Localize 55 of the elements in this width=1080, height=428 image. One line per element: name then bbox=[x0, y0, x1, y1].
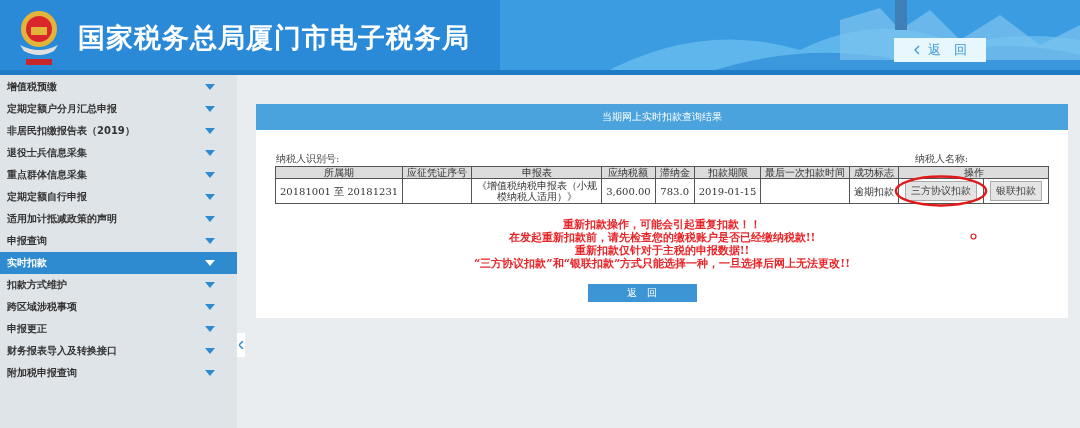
taxpayer-name-label: 纳税人名称: bbox=[914, 152, 968, 166]
caret-icon bbox=[205, 348, 215, 354]
table-cell: 20181001 至 20181231 bbox=[275, 178, 403, 204]
column-header: 应纳税额 bbox=[601, 166, 656, 179]
taxpayer-id-label: 纳税人识别号: bbox=[276, 152, 340, 166]
sidebar-item[interactable]: 增值税预缴 bbox=[0, 76, 237, 98]
table-cell: 783.0 bbox=[655, 178, 695, 204]
table-cell: 2019-01-15 bbox=[694, 178, 761, 204]
site-title: 国家税务总局厦门市电子税务局 bbox=[78, 20, 470, 55]
collapse-handle[interactable] bbox=[237, 333, 245, 357]
caret-icon bbox=[205, 194, 215, 200]
sidebar-item[interactable]: 附加税申报查询 bbox=[0, 362, 237, 384]
sidebar-item[interactable]: 退役士兵信息采集 bbox=[0, 142, 237, 164]
caret-icon bbox=[205, 128, 215, 134]
column-header: 成功标志 bbox=[849, 166, 899, 179]
caret-icon bbox=[205, 216, 215, 222]
sidebar-item[interactable]: 跨区域涉税事项 bbox=[0, 296, 237, 318]
sidebar-item[interactable]: 定期定额户分月汇总申报 bbox=[0, 98, 237, 120]
column-header: 应征凭证序号 bbox=[402, 166, 472, 179]
warning-text: 在发起重新扣款前，请先检查您的缴税账户是否已经缴纳税款!! bbox=[508, 231, 816, 244]
caret-icon bbox=[205, 150, 215, 156]
chevron-left-icon bbox=[913, 44, 920, 55]
sidebar-item[interactable]: 财务报表导入及转换接口 bbox=[0, 340, 237, 362]
warning-text: 重新扣款操作，可能会引起重复扣款！！ bbox=[563, 218, 761, 231]
column-header: 扣款期限 bbox=[694, 166, 761, 179]
caret-icon bbox=[205, 172, 215, 178]
caret-icon bbox=[205, 106, 215, 112]
sidebar-item[interactable]: 申报查询 bbox=[0, 230, 237, 252]
column-header: 操作 bbox=[898, 166, 1049, 179]
table-cell: 《增值税纳税申报表（小规模纳税人适用）》 bbox=[471, 178, 602, 204]
warning-text: 重新扣款仅针对于主税的申报数据!! bbox=[574, 244, 750, 257]
caret-icon bbox=[205, 260, 215, 266]
caret-icon bbox=[205, 84, 215, 90]
sidebar-item[interactable]: 适用加计抵减政策的声明 bbox=[0, 208, 237, 230]
sidebar-item[interactable]: 定期定额自行申报 bbox=[0, 186, 237, 208]
caret-icon bbox=[205, 238, 215, 244]
circle-mark bbox=[970, 233, 977, 240]
table-cell: 3,600.00 bbox=[601, 178, 656, 204]
sidebar-item[interactable]: 实时扣款 bbox=[0, 252, 237, 274]
sidebar-item[interactable]: 非居民扣缴报告表（2019） bbox=[0, 120, 237, 142]
action-button[interactable]: 三方协议扣款 bbox=[905, 181, 978, 201]
card-header: 当期网上实时扣款查询结果 bbox=[256, 104, 1068, 130]
caret-icon bbox=[205, 326, 215, 332]
caret-icon bbox=[205, 282, 215, 288]
sidebar-item[interactable]: 重点群体信息采集 bbox=[0, 164, 237, 186]
caret-icon bbox=[205, 370, 215, 376]
sidebar-item[interactable]: 扣款方式维护 bbox=[0, 274, 237, 296]
caret-icon bbox=[205, 304, 215, 310]
sidebar-item[interactable]: 申报更正 bbox=[0, 318, 237, 340]
column-header: 申报表 bbox=[471, 166, 602, 179]
warning-text: “三方协议扣款”和“银联扣款”方式只能选择一种，一旦选择后网上无法更改!! bbox=[474, 257, 850, 270]
column-header: 滞纳金 bbox=[655, 166, 695, 179]
action-button[interactable]: 银联扣款 bbox=[990, 181, 1043, 201]
column-header: 所属期 bbox=[275, 166, 403, 179]
column-header: 最后一次扣款时间 bbox=[760, 166, 850, 179]
